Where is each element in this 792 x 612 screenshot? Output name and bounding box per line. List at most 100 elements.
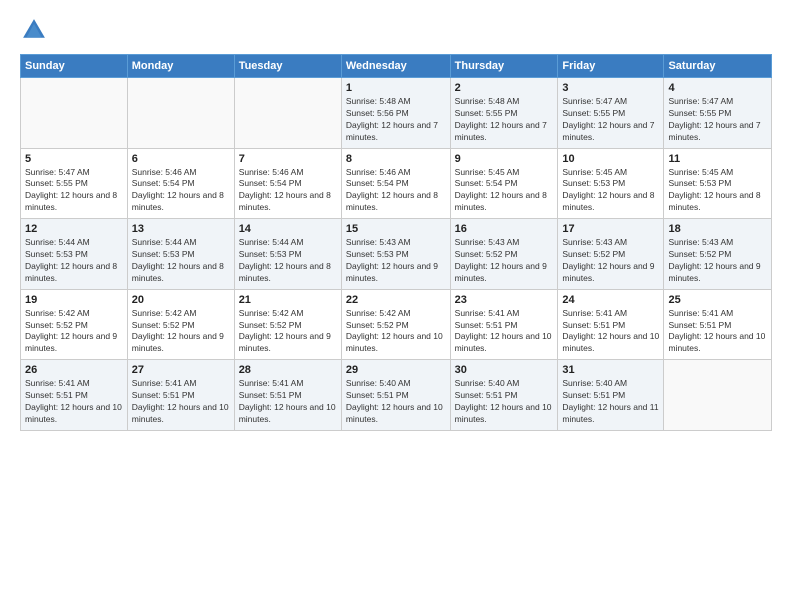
calendar-cell: 17Sunrise: 5:43 AMSunset: 5:52 PMDayligh… (558, 219, 664, 290)
calendar-cell: 16Sunrise: 5:43 AMSunset: 5:52 PMDayligh… (450, 219, 558, 290)
calendar-cell: 29 Sunrise: 5:40 AMSunset: 5:51 PMDayligh… (341, 360, 450, 431)
calendar-cell: 7 Sunrise: 5:46 AMSunset: 5:54 PMDaylight… (234, 148, 341, 219)
calendar-cell: 23Sunrise: 5:41 AMSunset: 5:51 PMDayligh… (450, 289, 558, 360)
calendar-cell: 2Sunrise: 5:48 AMSunset: 5:55 PMDaylight… (450, 78, 558, 149)
day-number: 27 (132, 364, 230, 376)
weekday-header: Friday (558, 55, 664, 78)
day-info: Sunrise: 5:47 AMSunset: 5:55 PMDaylight:… (25, 167, 123, 215)
day-number: 4 (668, 82, 767, 94)
day-info: Sunrise: 5:48 AMSunset: 5:56 PMDaylight:… (346, 96, 446, 144)
day-info: Sunrise: 5:41 AMSunset: 5:51 PMDaylight:… (455, 308, 554, 356)
day-info: Sunrise: 5:46 AMSunset: 5:54 PMDaylight:… (346, 167, 446, 215)
day-info: Sunrise: 5:41 AMSunset: 5:51 PMDaylight:… (562, 308, 659, 356)
calendar-week-row: 12 Sunrise: 5:44 AMSunset: 5:53 PMDayligh… (21, 219, 772, 290)
day-number: 9 (455, 153, 554, 165)
day-info: Sunrise: 5:47 AMSunset: 5:55 PMDaylight:… (562, 96, 659, 144)
day-number: 29 (346, 364, 446, 376)
day-info: Sunrise: 5:44 AMSunset: 5:53 PMDaylight:… (239, 237, 337, 285)
weekday-header: Sunday (21, 55, 128, 78)
calendar-cell: 4 Sunrise: 5:47 AMSunset: 5:55 PMDaylight… (664, 78, 772, 149)
calendar-cell (664, 360, 772, 431)
day-number: 14 (239, 223, 337, 235)
day-info: Sunrise: 5:40 AMSunset: 5:51 PMDaylight:… (455, 378, 554, 426)
day-number: 3 (562, 82, 659, 94)
calendar-cell: 3 Sunrise: 5:47 AMSunset: 5:55 PMDaylight… (558, 78, 664, 149)
calendar-cell: 22Sunrise: 5:42 AMSunset: 5:52 PMDayligh… (341, 289, 450, 360)
calendar-cell (127, 78, 234, 149)
day-number: 2 (455, 82, 554, 94)
calendar-cell: 31 Sunrise: 5:40 AMSunset: 5:51 PMDayligh… (558, 360, 664, 431)
calendar-week-row: 5 Sunrise: 5:47 AMSunset: 5:55 PMDaylight… (21, 148, 772, 219)
day-number: 21 (239, 294, 337, 306)
calendar-cell: 6Sunrise: 5:46 AMSunset: 5:54 PMDaylight… (127, 148, 234, 219)
calendar-cell (21, 78, 128, 149)
day-number: 5 (25, 153, 123, 165)
calendar-cell: 15 Sunrise: 5:43 AMSunset: 5:53 PMDayligh… (341, 219, 450, 290)
calendar-cell: 30 Sunrise: 5:40 AMSunset: 5:51 PMDayligh… (450, 360, 558, 431)
day-number: 11 (668, 153, 767, 165)
calendar-cell: 18Sunrise: 5:43 AMSunset: 5:52 PMDayligh… (664, 219, 772, 290)
page: SundayMondayTuesdayWednesdayThursdayFrid… (0, 0, 792, 612)
calendar-cell: 19Sunrise: 5:42 AMSunset: 5:52 PMDayligh… (21, 289, 128, 360)
day-info: Sunrise: 5:43 AMSunset: 5:52 PMDaylight:… (668, 237, 767, 285)
day-info: Sunrise: 5:46 AMSunset: 5:54 PMDaylight:… (239, 167, 337, 215)
calendar-cell: 21 Sunrise: 5:42 AMSunset: 5:52 PMDayligh… (234, 289, 341, 360)
calendar-week-row: 26 Sunrise: 5:41 AMSunset: 5:51 PMDayligh… (21, 360, 772, 431)
weekday-header: Monday (127, 55, 234, 78)
day-number: 31 (562, 364, 659, 376)
day-info: Sunrise: 5:45 AMSunset: 5:54 PMDaylight:… (455, 167, 554, 215)
calendar-header: SundayMondayTuesdayWednesdayThursdayFrid… (21, 55, 772, 78)
day-number: 25 (668, 294, 767, 306)
day-number: 22 (346, 294, 446, 306)
day-info: Sunrise: 5:41 AMSunset: 5:51 PMDaylight:… (132, 378, 230, 426)
calendar-cell (234, 78, 341, 149)
calendar-cell: 14 Sunrise: 5:44 AMSunset: 5:53 PMDayligh… (234, 219, 341, 290)
calendar-body: 1 Sunrise: 5:48 AMSunset: 5:56 PMDaylight… (21, 78, 772, 431)
calendar-cell: 20Sunrise: 5:42 AMSunset: 5:52 PMDayligh… (127, 289, 234, 360)
calendar-cell: 12 Sunrise: 5:44 AMSunset: 5:53 PMDayligh… (21, 219, 128, 290)
calendar-week-row: 1 Sunrise: 5:48 AMSunset: 5:56 PMDaylight… (21, 78, 772, 149)
day-number: 28 (239, 364, 337, 376)
day-info: Sunrise: 5:42 AMSunset: 5:52 PMDaylight:… (239, 308, 337, 356)
day-number: 16 (455, 223, 554, 235)
calendar-week-row: 19 Sunrise: 5:42 AMSunset: 5:52 PMDayligh… (21, 289, 772, 360)
weekday-header: Wednesday (341, 55, 450, 78)
day-number: 15 (346, 223, 446, 235)
day-number: 1 (346, 82, 446, 94)
weekday-row: SundayMondayTuesdayWednesdayThursdayFrid… (21, 55, 772, 78)
weekday-header: Thursday (450, 55, 558, 78)
day-info: Sunrise: 5:47 AMSunset: 5:55 PMDaylight:… (668, 96, 767, 144)
day-number: 30 (455, 364, 554, 376)
weekday-header: Tuesday (234, 55, 341, 78)
calendar-cell: 11Sunrise: 5:45 AMSunset: 5:53 PMDayligh… (664, 148, 772, 219)
day-info: Sunrise: 5:41 AMSunset: 5:51 PMDaylight:… (25, 378, 123, 426)
logo (20, 16, 52, 44)
day-info: Sunrise: 5:46 AMSunset: 5:54 PMDaylight:… (132, 167, 230, 215)
calendar-cell: 8Sunrise: 5:46 AMSunset: 5:54 PMDaylight… (341, 148, 450, 219)
day-info: Sunrise: 5:40 AMSunset: 5:51 PMDaylight:… (562, 378, 659, 426)
day-info: Sunrise: 5:41 AMSunset: 5:51 PMDaylight:… (668, 308, 767, 356)
day-number: 12 (25, 223, 123, 235)
calendar-cell: 1 Sunrise: 5:48 AMSunset: 5:56 PMDaylight… (341, 78, 450, 149)
weekday-header: Saturday (664, 55, 772, 78)
day-info: Sunrise: 5:44 AMSunset: 5:53 PMDaylight:… (25, 237, 123, 285)
day-number: 13 (132, 223, 230, 235)
calendar-cell: 27 Sunrise: 5:41 AMSunset: 5:51 PMDayligh… (127, 360, 234, 431)
day-info: Sunrise: 5:43 AMSunset: 5:52 PMDaylight:… (562, 237, 659, 285)
day-number: 10 (562, 153, 659, 165)
logo-icon (20, 16, 48, 44)
day-info: Sunrise: 5:42 AMSunset: 5:52 PMDaylight:… (132, 308, 230, 356)
calendar-cell: 5 Sunrise: 5:47 AMSunset: 5:55 PMDaylight… (21, 148, 128, 219)
calendar-cell: 13 Sunrise: 5:44 AMSunset: 5:53 PMDayligh… (127, 219, 234, 290)
day-number: 19 (25, 294, 123, 306)
day-info: Sunrise: 5:44 AMSunset: 5:53 PMDaylight:… (132, 237, 230, 285)
day-info: Sunrise: 5:43 AMSunset: 5:53 PMDaylight:… (346, 237, 446, 285)
day-number: 26 (25, 364, 123, 376)
calendar-cell: 26 Sunrise: 5:41 AMSunset: 5:51 PMDayligh… (21, 360, 128, 431)
header (20, 16, 772, 44)
day-number: 7 (239, 153, 337, 165)
calendar-cell: 24Sunrise: 5:41 AMSunset: 5:51 PMDayligh… (558, 289, 664, 360)
day-info: Sunrise: 5:41 AMSunset: 5:51 PMDaylight:… (239, 378, 337, 426)
day-info: Sunrise: 5:40 AMSunset: 5:51 PMDaylight:… (346, 378, 446, 426)
calendar-cell: 28 Sunrise: 5:41 AMSunset: 5:51 PMDayligh… (234, 360, 341, 431)
